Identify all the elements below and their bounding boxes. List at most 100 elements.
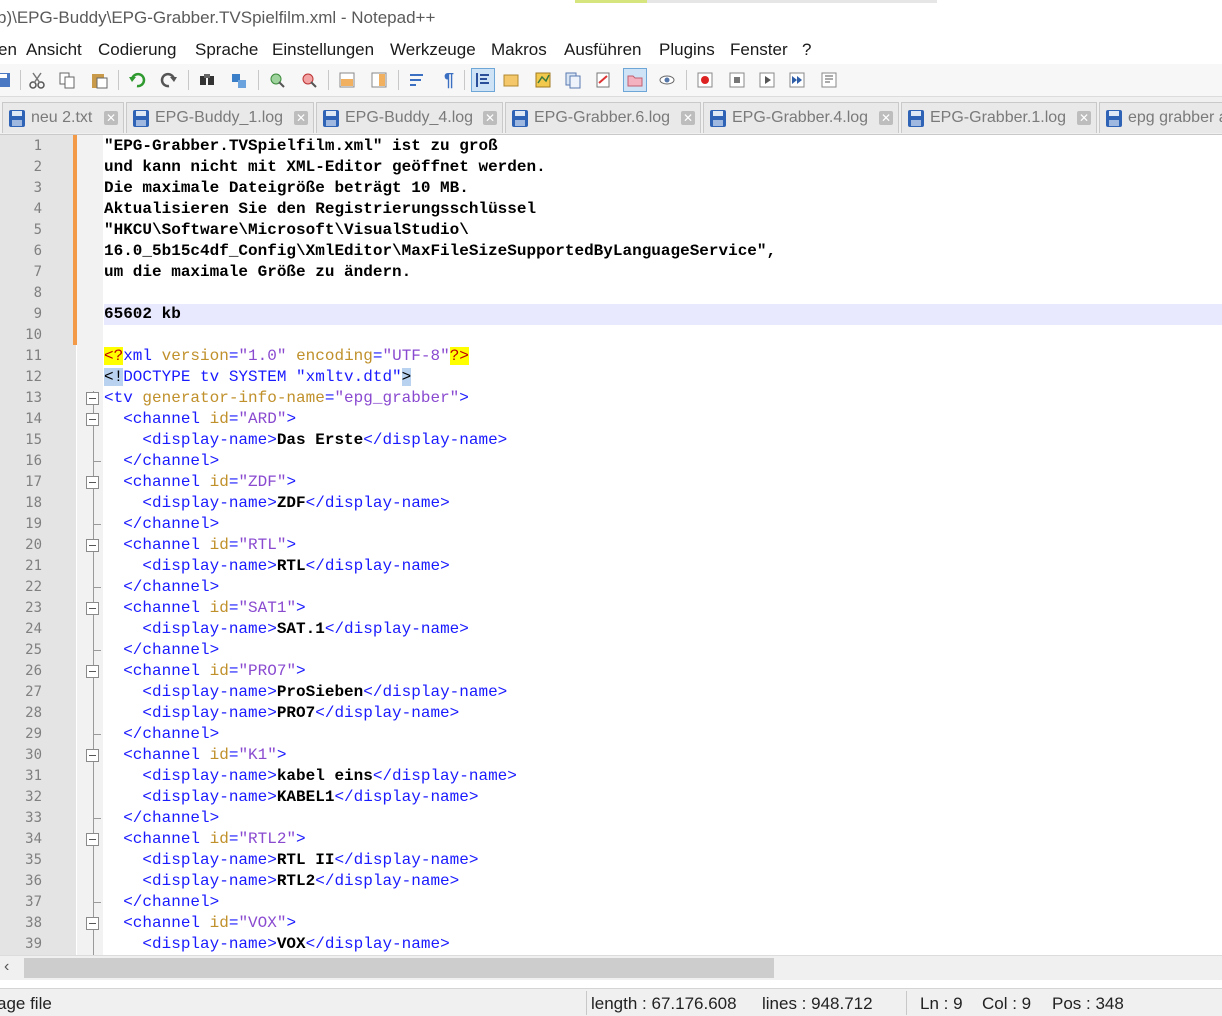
code-line[interactable]: </channel> <box>104 892 1222 913</box>
fold-toggle-icon[interactable] <box>86 665 99 678</box>
menu-language[interactable]: Sprache <box>195 40 258 60</box>
code-line[interactable]: <display-name>RTL II</display-name> <box>104 850 1222 871</box>
run-macro-multiple-icon[interactable] <box>786 69 808 91</box>
scroll-left-icon[interactable]: ‹ <box>4 958 9 976</box>
fold-toggle-icon[interactable] <box>86 413 99 426</box>
cut-icon[interactable] <box>26 69 48 91</box>
code-line[interactable]: </channel> <box>104 640 1222 661</box>
code-line[interactable]: Aktualisieren Sie den Registrierungsschl… <box>104 199 1222 220</box>
code-line[interactable]: <display-name>PRO7</display-name> <box>104 703 1222 724</box>
code-line[interactable]: "EPG-Grabber.TVSpielfilm.xml" ist zu gro… <box>104 136 1222 157</box>
code-line[interactable]: <channel id="ARD"> <box>104 409 1222 430</box>
menu-tools[interactable]: Werkzeuge <box>390 40 476 60</box>
close-icon[interactable]: ✕ <box>681 111 695 125</box>
code-line[interactable]: <channel id="VOX"> <box>104 913 1222 934</box>
menu-help[interactable]: ? <box>802 40 811 60</box>
code-line[interactable]: <channel id="RTL"> <box>104 535 1222 556</box>
code-line[interactable]: <tv generator-info-name="epg_grabber"> <box>104 388 1222 409</box>
tab-epg-grabber-4[interactable]: EPG-Grabber.4.log ✕ <box>703 102 899 133</box>
record-macro-icon[interactable] <box>694 69 716 91</box>
code-line[interactable]: </channel> <box>104 514 1222 535</box>
code-line[interactable]: 65602 kb <box>104 304 1222 325</box>
menu-window[interactable]: Fenster <box>730 40 788 60</box>
code-line[interactable]: <display-name>Das Erste</display-name> <box>104 430 1222 451</box>
copy-icon[interactable] <box>56 69 78 91</box>
code-line[interactable]: </channel> <box>104 724 1222 745</box>
scrollbar-thumb[interactable] <box>24 958 774 978</box>
udl-icon[interactable] <box>500 69 522 91</box>
code-line[interactable]: <display-name>ProSieben</display-name> <box>104 682 1222 703</box>
code-line[interactable]: um die maximale Größe zu ändern. <box>104 262 1222 283</box>
code-line[interactable]: <channel id="SAT1"> <box>104 598 1222 619</box>
menu-settings[interactable]: Einstellungen <box>272 40 374 60</box>
play-macro-icon[interactable] <box>756 69 778 91</box>
code-line[interactable]: und kann nicht mit XML-Editor geöffnet w… <box>104 157 1222 178</box>
fold-toggle-icon[interactable] <box>86 833 99 846</box>
code-line[interactable]: <display-name>VOX</display-name> <box>104 934 1222 955</box>
code-line[interactable]: <channel id="RTL2"> <box>104 829 1222 850</box>
menu-edit[interactable]: en <box>0 40 17 60</box>
folder-as-workspace-icon[interactable] <box>623 68 647 92</box>
undo-icon[interactable] <box>126 69 148 91</box>
menu-run[interactable]: Ausführen <box>564 40 642 60</box>
menu-macros[interactable]: Makros <box>491 40 547 60</box>
word-wrap-icon[interactable] <box>406 69 428 91</box>
fold-toggle-icon[interactable] <box>86 476 99 489</box>
code-line[interactable]: <channel id="PRO7"> <box>104 661 1222 682</box>
code-line[interactable]: </channel> <box>104 577 1222 598</box>
menu-plugins[interactable]: Plugins <box>659 40 715 60</box>
fold-toggle-icon[interactable] <box>86 917 99 930</box>
function-list-icon[interactable] <box>562 69 584 91</box>
code-line[interactable]: Die maximale Dateigröße beträgt 10 MB. <box>104 178 1222 199</box>
menu-encoding[interactable]: Codierung <box>98 40 176 60</box>
save-all-icon[interactable] <box>0 69 14 91</box>
code-line[interactable] <box>104 283 1222 304</box>
code-line[interactable]: 16.0_5b15c4df_Config\XmlEditor\MaxFileSi… <box>104 241 1222 262</box>
fold-toggle-icon[interactable] <box>86 539 99 552</box>
code-line[interactable]: </channel> <box>104 808 1222 829</box>
tab-epg-buddy-1[interactable]: EPG-Buddy_1.log ✕ <box>126 102 314 133</box>
close-icon[interactable]: ✕ <box>104 111 118 125</box>
code-line[interactable]: <?xml version="1.0" encoding="UTF-8"?> <box>104 346 1222 367</box>
code-line[interactable]: <display-name>RTL2</display-name> <box>104 871 1222 892</box>
doc-list-icon[interactable] <box>592 69 614 91</box>
code-line[interactable]: <display-name>ZDF</display-name> <box>104 493 1222 514</box>
tab-epg-grabber-1[interactable]: EPG-Grabber.1.log ✕ <box>901 102 1097 133</box>
save-macro-icon[interactable] <box>818 69 840 91</box>
code-line[interactable]: <channel id="ZDF"> <box>104 472 1222 493</box>
fold-toggle-icon[interactable] <box>86 602 99 615</box>
code-line[interactable]: <channel id="K1"> <box>104 745 1222 766</box>
code-line[interactable]: <display-name>kabel eins</display-name> <box>104 766 1222 787</box>
paste-icon[interactable] <box>88 69 110 91</box>
editor[interactable]: 1 2 3 4 5 6 7 8 9 10 11 12 13 14 15 16 17 18 19 20 21 22 23 24 2… <box>0 135 1222 955</box>
close-icon[interactable]: ✕ <box>879 111 893 125</box>
document-map-icon[interactable] <box>532 69 554 91</box>
tab-neu-2[interactable]: neu 2.txt ✕ <box>2 102 124 133</box>
indent-guide-icon[interactable] <box>471 68 495 92</box>
code-line[interactable]: "HKCU\Software\Microsoft\VisualStudio\ <box>104 220 1222 241</box>
tab-epg-grabber-6[interactable]: EPG-Grabber.6.log ✕ <box>505 102 701 133</box>
code-line[interactable]: <display-name>SAT.1</display-name> <box>104 619 1222 640</box>
stop-record-icon[interactable] <box>726 69 748 91</box>
zoom-in-icon[interactable] <box>266 69 288 91</box>
code-line[interactable]: <display-name>KABEL1</display-name> <box>104 787 1222 808</box>
monitoring-icon[interactable] <box>656 69 678 91</box>
code-line[interactable]: <display-name>RTL</display-name> <box>104 556 1222 577</box>
code-line[interactable] <box>104 325 1222 346</box>
replace-icon[interactable] <box>228 69 250 91</box>
code-line[interactable]: </channel> <box>104 451 1222 472</box>
tab-epg-grabber-active[interactable]: epg grabber a <box>1099 102 1222 133</box>
sync-vertical-icon[interactable] <box>336 69 358 91</box>
horizontal-scrollbar[interactable]: ‹ <box>0 955 1222 980</box>
zoom-out-icon[interactable] <box>298 69 320 91</box>
fold-toggle-icon[interactable] <box>86 392 99 405</box>
close-icon[interactable]: ✕ <box>294 111 308 125</box>
find-icon[interactable] <box>196 69 218 91</box>
code-line[interactable]: <!DOCTYPE tv SYSTEM "xmltv.dtd"> <box>104 367 1222 388</box>
tab-epg-buddy-4[interactable]: EPG-Buddy_4.log ✕ <box>316 102 503 133</box>
close-icon[interactable]: ✕ <box>483 111 497 125</box>
sync-horizontal-icon[interactable] <box>368 69 390 91</box>
close-icon[interactable]: ✕ <box>1077 111 1091 125</box>
show-all-chars-icon[interactable]: ¶ <box>438 69 460 91</box>
menu-view[interactable]: Ansicht <box>26 40 82 60</box>
